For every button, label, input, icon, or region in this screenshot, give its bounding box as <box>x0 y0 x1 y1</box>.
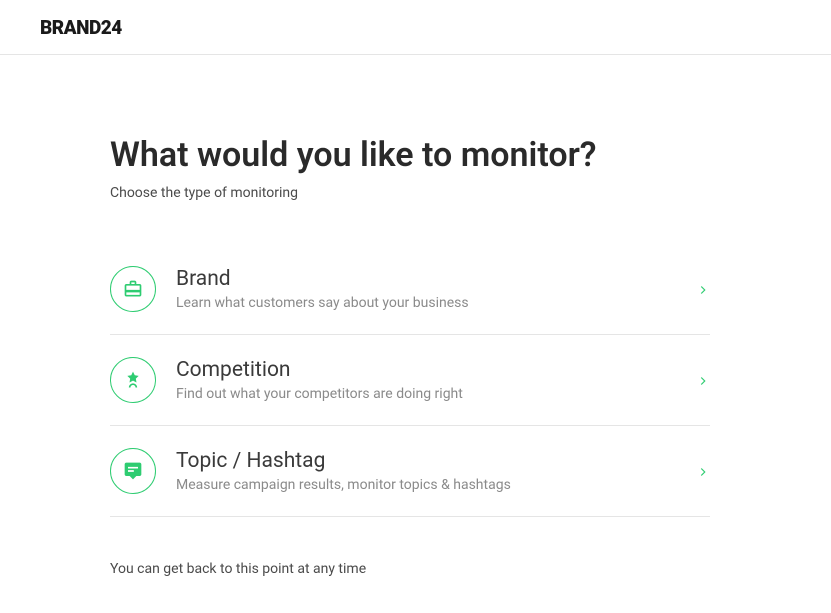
option-text: Competition Find out what your competito… <box>176 358 696 402</box>
option-brand[interactable]: Brand Learn what customers say about you… <box>110 256 710 335</box>
option-competition[interactable]: Competition Find out what your competito… <box>110 335 710 426</box>
option-description: Measure campaign results, monitor topics… <box>176 477 696 493</box>
option-description: Find out what your competitors are doing… <box>176 386 696 402</box>
chevron-right-icon <box>696 373 710 387</box>
main-content: What would you like to monitor? Choose t… <box>0 55 710 577</box>
briefcase-icon <box>110 266 156 312</box>
chevron-right-icon <box>696 282 710 296</box>
header: BRAND24 <box>0 0 831 55</box>
option-description: Learn what customers say about your busi… <box>176 295 696 311</box>
chevron-right-icon <box>696 464 710 478</box>
option-text: Brand Learn what customers say about you… <box>176 267 696 311</box>
chat-icon <box>110 448 156 494</box>
page-subtitle: Choose the type of monitoring <box>110 185 710 201</box>
footer-note: You can get back to this point at any ti… <box>110 561 710 577</box>
option-text: Topic / Hashtag Measure campaign results… <box>176 449 696 493</box>
option-title: Topic / Hashtag <box>176 449 696 473</box>
page-title: What would you like to monitor? <box>110 135 710 175</box>
medal-icon <box>110 357 156 403</box>
option-title: Competition <box>176 358 696 382</box>
option-topic-hashtag[interactable]: Topic / Hashtag Measure campaign results… <box>110 426 710 517</box>
logo: BRAND24 <box>40 16 122 39</box>
option-title: Brand <box>176 267 696 291</box>
